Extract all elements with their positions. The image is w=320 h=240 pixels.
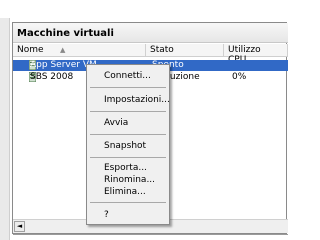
scroll-left-icon[interactable]: ◄ [14,221,25,232]
menu-separator [90,111,166,112]
column-label-state: Stato [150,45,174,55]
panel-bottom-border [13,234,288,235]
left-tree-strip [0,18,10,240]
menu-separator [90,87,166,88]
menu-item-settings[interactable]: Impostazioni... [104,95,170,105]
menu-item-delete[interactable]: Elimina... [104,187,146,197]
context-menu: Connetti... Impostazioni... Avvia Snapsh… [86,64,170,225]
menu-item-rename[interactable]: Rinomina... [104,175,155,185]
panel-title: Macchine virtuali [17,28,114,39]
menu-item-export[interactable]: Esporta... [104,163,147,173]
column-label-name: Nome [17,45,44,55]
menu-separator [90,202,166,203]
sort-ascending-icon: ▲ [60,46,66,54]
menu-item-connect[interactable]: Connetti... [104,71,151,81]
menu-separator [90,134,166,135]
menu-item-start[interactable]: Avvia [104,118,128,128]
vm-cpu: 0% [232,72,247,82]
vm-name: SBS 2008 [30,72,74,82]
menu-item-snapshot[interactable]: Snapshot [104,141,146,151]
menu-separator [90,157,166,158]
top-area [0,0,281,18]
menu-item-help[interactable]: ? [104,210,109,220]
